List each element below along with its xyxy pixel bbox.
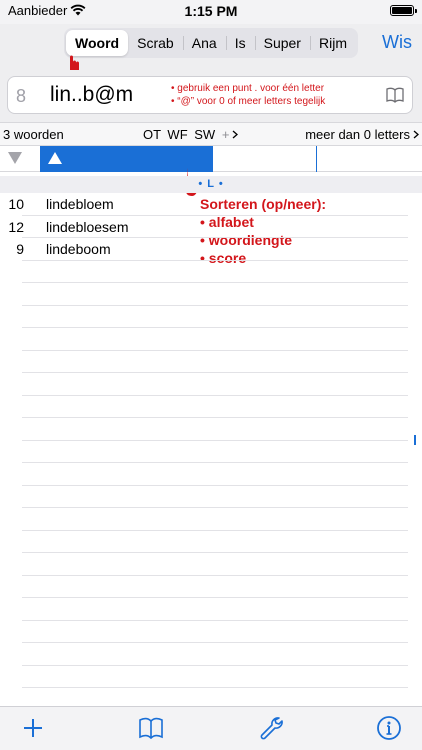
empty-row	[0, 598, 422, 621]
tab-rijm[interactable]: Rijm	[309, 30, 356, 56]
sort-descending-icon	[8, 152, 22, 164]
list-item[interactable]: 10 lindebloem	[0, 193, 422, 216]
tab-is[interactable]: Is	[225, 30, 255, 56]
empty-row	[0, 261, 422, 284]
word-score: 9	[16, 241, 24, 257]
mode-segmented-control: Woord Scrab Ana Is Super Rijm	[64, 28, 358, 58]
sort-header	[0, 146, 422, 172]
empty-row	[0, 553, 422, 576]
tab-super[interactable]: Super	[254, 30, 310, 56]
wrench-icon[interactable]	[258, 715, 284, 741]
word-text: lindebloem	[46, 196, 114, 212]
word-text: lindebloesem	[46, 218, 129, 235]
result-count: 3 woorden	[3, 127, 64, 142]
empty-row	[0, 486, 422, 509]
hint-at: • “@” voor 0 of meer letters tegelijk	[171, 96, 326, 107]
sort-extra-column[interactable]	[316, 146, 422, 172]
mode-bar: Woord Scrab Ana Is Super Rijm Wis	[0, 24, 422, 70]
empty-row	[0, 666, 422, 689]
sort-length-column[interactable]	[212, 146, 316, 172]
word-score: 12	[8, 218, 24, 235]
empty-row	[0, 463, 422, 486]
dictionary-filters[interactable]: OT WF SW +	[143, 127, 239, 142]
section-bullet: •	[218, 178, 224, 190]
word-text: lindeboom	[46, 241, 111, 257]
info-icon[interactable]	[376, 715, 402, 741]
dictionary-icon[interactable]	[138, 715, 164, 741]
empty-row	[0, 508, 422, 531]
empty-row	[0, 373, 422, 396]
dictionary-codes: OT WF SW	[143, 127, 216, 142]
scroll-indicator[interactable]	[414, 435, 416, 445]
search-hints: • gebruik een punt . voor één letter • “…	[171, 82, 325, 108]
search-input[interactable]: 8 lin..b@m • gebruik een punt . voor één…	[7, 76, 413, 114]
hint-dot: • gebruik een punt . voor één letter	[171, 83, 325, 94]
battery-icon	[390, 5, 417, 16]
chevron-right-icon	[232, 130, 239, 139]
empty-row	[0, 531, 422, 554]
status-bar: Aanbieder 1:15 PM	[0, 0, 422, 24]
empty-row	[0, 306, 422, 329]
word-list: 10 lindebloem 12 lindebloesem 9 lindeboo…	[0, 193, 422, 711]
tab-ana[interactable]: Ana	[182, 30, 226, 56]
tab-scrab[interactable]: Scrab	[128, 30, 183, 56]
bottom-toolbar	[0, 706, 422, 750]
section-bullet: •	[198, 178, 204, 190]
empty-row	[0, 351, 422, 374]
empty-row	[0, 396, 422, 419]
empty-row	[0, 418, 422, 441]
empty-row	[0, 576, 422, 599]
word-score: 10	[8, 196, 24, 212]
empty-row	[0, 643, 422, 666]
letter-section-header: • L •	[0, 176, 422, 193]
dictionary-icon[interactable]	[386, 87, 404, 103]
empty-row	[0, 441, 422, 464]
list-item[interactable]: 12 lindebloesem	[0, 216, 422, 239]
search-area: 8 lin..b@m • gebruik een punt . voor één…	[0, 70, 422, 122]
chevron-right-icon	[413, 130, 419, 139]
empty-row	[0, 621, 422, 644]
min-length-filter[interactable]: meer dan 0 letters	[305, 127, 419, 142]
pattern-length: 8	[16, 86, 27, 106]
empty-row	[0, 283, 422, 306]
add-filter-icon[interactable]: +	[222, 127, 230, 142]
clear-button[interactable]: Wis	[382, 32, 412, 53]
search-query[interactable]: lin..b@m	[50, 83, 133, 107]
list-item[interactable]: 9 lindeboom	[0, 238, 422, 261]
result-info-bar: 3 woorden OT WF SW + meer dan 0 letters	[0, 122, 422, 146]
sort-ascending-icon	[48, 152, 62, 164]
clock: 1:15 PM	[184, 3, 238, 19]
sort-score-column[interactable]	[0, 146, 40, 172]
section-letter: L	[207, 178, 215, 190]
empty-row	[0, 328, 422, 351]
min-length-label: meer dan 0 letters	[305, 127, 410, 142]
add-icon[interactable]	[20, 715, 46, 741]
